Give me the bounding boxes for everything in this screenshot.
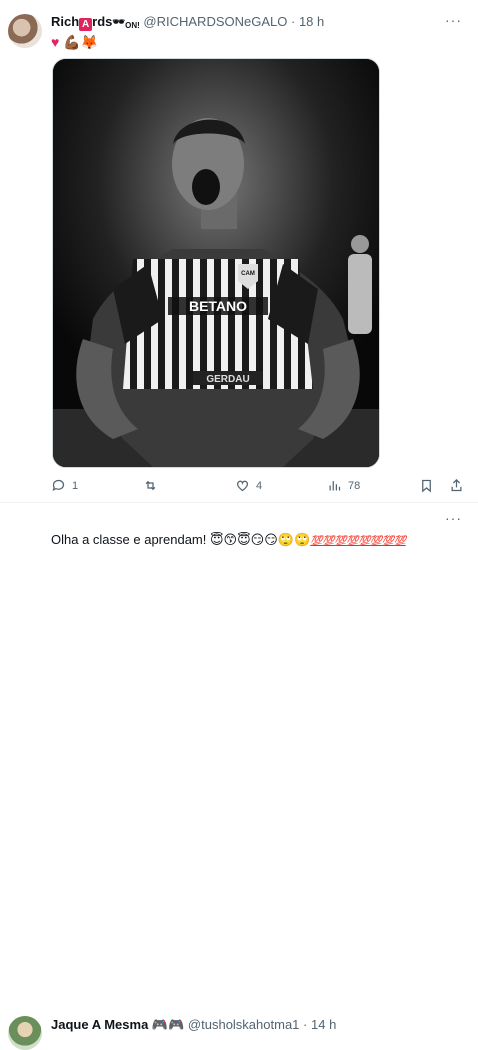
tweet-text: Olha a classe e aprendam! 😇😙😇😏😏🙄🙄💯💯💯💯💯💯💯…: [51, 532, 406, 547]
reply-button[interactable]: 1: [51, 478, 78, 493]
avatar[interactable]: [8, 1016, 42, 1050]
more-options-button[interactable]: ···: [445, 12, 462, 28]
retweet-icon: [145, 480, 156, 491]
text-emojis: 😇😙😇😏😏🙄🙄: [210, 532, 311, 547]
reply-icon: [52, 479, 65, 492]
tweet-header: Jaque A Mesma 🎮🎮 @tusholskahotma1 · 14 h: [51, 1017, 337, 1032]
sponsor-text: BETANO: [189, 298, 247, 314]
name-emojis: 🎮🎮: [151, 1017, 185, 1032]
club-badge: CAM: [241, 271, 255, 277]
like-button[interactable]: 4: [235, 478, 262, 493]
author-name[interactable]: Rich Ards🕶ON!: [51, 14, 140, 31]
reply-count: 1: [72, 479, 79, 492]
text-emojis: 💪🏾🦊: [63, 34, 99, 50]
heart-icon: ♥: [51, 34, 60, 50]
bookmark-button[interactable]: [419, 478, 434, 493]
tweet-photo[interactable]: BETANO CAM GERDAU: [52, 58, 380, 468]
like-count: 4: [256, 479, 263, 492]
views-button[interactable]: 78: [327, 478, 360, 493]
views-count: 78: [348, 479, 361, 492]
hundred-emojis: 💯💯💯💯💯💯💯💯: [310, 536, 406, 547]
bookmark-icon: [422, 479, 431, 493]
share-button[interactable]: [449, 478, 464, 493]
timestamp[interactable]: 14 h: [311, 1017, 336, 1032]
sleeve-sponsor: GERDAU: [206, 374, 249, 385]
tweet-text: ♥ 💪🏾🦊: [51, 34, 98, 50]
more-options-button[interactable]: ···: [445, 510, 462, 526]
share-icon: [451, 478, 462, 492]
author-handle[interactable]: @RICHARDSONeGALO: [143, 14, 287, 29]
avatar[interactable]: [8, 14, 42, 48]
heart-outline-icon: [236, 480, 249, 492]
tweet-actions: 1 4 78: [51, 478, 464, 494]
glasses-icon: 🕶: [112, 17, 126, 28]
tweet-header: Rich Ards🕶ON! @RICHARDSONeGALO · 18 h: [51, 14, 325, 31]
name-suffix: ON!: [125, 21, 140, 30]
timestamp[interactable]: 18 h: [299, 14, 324, 29]
tweet-2[interactable]: Jaque A Mesma 🎮🎮 @tusholskahotma1 · 14 h…: [0, 503, 478, 1050]
author-handle[interactable]: @tusholskahotma1: [188, 1017, 299, 1032]
author-name[interactable]: Jaque A Mesma 🎮🎮: [51, 1017, 184, 1032]
name-letter-badge: A: [79, 18, 93, 31]
tweet-1[interactable]: Rich Ards🕶ON! @RICHARDSONeGALO · 18 h ···…: [0, 0, 478, 503]
analytics-icon: [329, 481, 341, 491]
retweet-button[interactable]: [143, 478, 164, 493]
